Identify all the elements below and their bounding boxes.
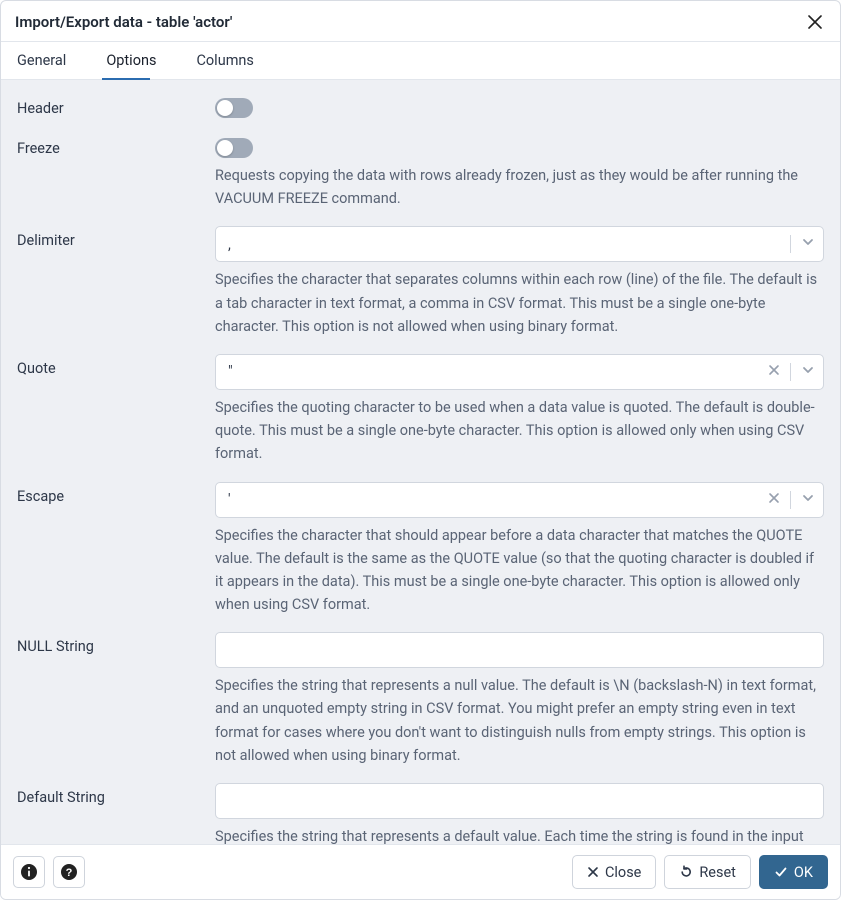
reset-button[interactable]: Reset (664, 855, 751, 889)
close-icon (768, 492, 780, 504)
tab-label: Options (104, 52, 158, 69)
row-null-string: NULL String Specifies the string that re… (17, 632, 824, 767)
help-quote: Specifies the quoting character to be us… (215, 396, 824, 466)
tab-general[interactable]: General (15, 42, 82, 79)
dialog-titlebar: Import/Export data - table 'actor' (1, 1, 840, 42)
reset-label: Reset (699, 864, 736, 881)
close-button[interactable]: Close (572, 855, 656, 889)
delimiter-value: , (228, 236, 786, 253)
close-icon (587, 866, 599, 878)
reset-icon (679, 865, 693, 879)
delimiter-select[interactable]: , (215, 226, 824, 262)
info-button[interactable] (13, 856, 45, 888)
row-header: Header (17, 94, 824, 118)
escape-value: ' (228, 491, 768, 508)
label-null-string: NULL String (17, 632, 215, 655)
import-export-dialog: Import/Export data - table 'actor' Gener… (0, 0, 841, 900)
chevron-down-icon (801, 491, 815, 509)
chevron-down-icon (801, 363, 815, 381)
help-freeze: Requests copying the data with rows alre… (215, 164, 824, 210)
default-string-input[interactable] (215, 783, 824, 819)
label-freeze: Freeze (17, 134, 215, 157)
toggle-knob (217, 140, 233, 156)
null-string-input[interactable] (215, 632, 824, 668)
label-default-string: Default String (17, 783, 215, 806)
freeze-toggle[interactable] (215, 138, 253, 158)
separator-icon (790, 363, 791, 381)
ok-label: OK (794, 864, 813, 881)
row-freeze: Freeze Requests copying the data with ro… (17, 134, 824, 210)
help-null-string: Specifies the string that represents a n… (215, 674, 824, 767)
dialog-footer: ? Close Reset OK (1, 844, 840, 899)
escape-select[interactable]: ' (215, 482, 824, 518)
check-icon (774, 865, 788, 879)
separator-icon (790, 491, 791, 509)
dialog-title: Import/Export data - table 'actor' (15, 13, 232, 31)
ok-button[interactable]: OK (759, 855, 828, 889)
close-icon (768, 364, 780, 376)
help-escape: Specifies the character that should appe… (215, 524, 824, 617)
help-default-string: Specifies the string that represents a d… (215, 825, 824, 844)
row-escape: Escape ' Specifies the character that sh (17, 482, 824, 617)
tab-label: General (15, 52, 68, 69)
help-button[interactable]: ? (53, 856, 85, 888)
clear-quote-button[interactable] (768, 364, 780, 379)
header-toggle[interactable] (215, 98, 253, 118)
close-label: Close (605, 864, 641, 881)
separator-icon (790, 235, 791, 253)
chevron-down-icon (801, 235, 815, 253)
dialog-body: Header Freeze Requests copying the data … (1, 80, 840, 844)
label-delimiter: Delimiter (17, 226, 215, 249)
quote-select[interactable]: " (215, 354, 824, 390)
info-icon (20, 863, 38, 881)
svg-text:?: ? (66, 867, 73, 879)
label-quote: Quote (17, 354, 215, 377)
label-header: Header (17, 94, 215, 117)
row-quote: Quote " Specifies the quoting character (17, 354, 824, 466)
tab-columns[interactable]: Columns (194, 42, 269, 79)
tab-options[interactable]: Options (104, 42, 172, 79)
clear-escape-button[interactable] (768, 492, 780, 507)
row-default-string: Default String Specifies the string that… (17, 783, 824, 844)
row-delimiter: Delimiter , Specifies the character that… (17, 226, 824, 338)
quote-value: " (228, 363, 768, 380)
help-icon: ? (60, 863, 78, 881)
help-delimiter: Specifies the character that separates c… (215, 268, 824, 338)
dialog-close-button[interactable] (804, 11, 826, 33)
close-icon (808, 15, 822, 29)
tab-label: Columns (194, 52, 255, 69)
dialog-tabs: General Options Columns (1, 42, 840, 80)
toggle-knob (217, 100, 233, 116)
label-escape: Escape (17, 482, 215, 505)
